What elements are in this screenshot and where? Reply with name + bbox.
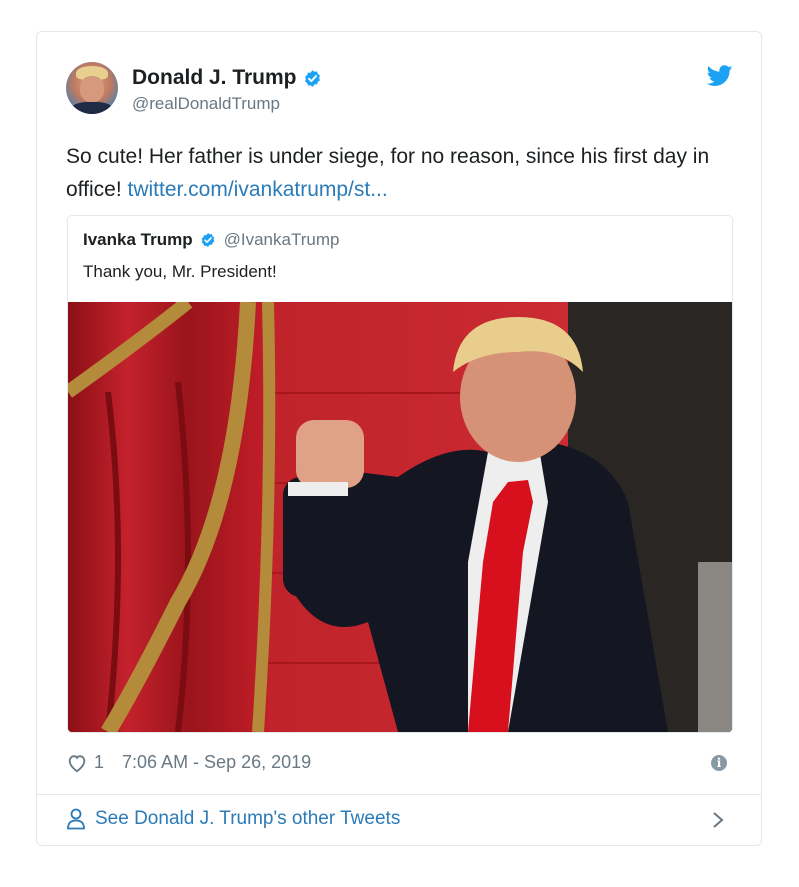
quoted-author-handle[interactable]: @IvankaTrump xyxy=(224,230,340,250)
tweet-footer: 1 7:06 AM - Sep 26, 2019 xyxy=(66,752,311,773)
quoted-text: Thank you, Mr. President! xyxy=(83,262,277,281)
info-icon[interactable]: i xyxy=(711,755,727,771)
tweet-card: Donald J. Trump @realDonaldTrump So cute… xyxy=(36,31,762,846)
like-count: 1 xyxy=(94,752,105,772)
verified-badge-icon xyxy=(201,233,214,247)
tweet-timestamp[interactable]: 7:06 AM - Sep 26, 2019 xyxy=(122,752,311,773)
quoted-photo[interactable] xyxy=(68,302,732,732)
tweet-link[interactable]: twitter.com/ivankatrump/st... xyxy=(127,178,387,201)
heart-icon[interactable] xyxy=(66,753,88,773)
avatar-suit xyxy=(70,102,114,114)
see-other-tweets-link[interactable]: See Donald J. Trump's other Tweets xyxy=(66,808,400,830)
quoted-tweet[interactable]: Ivanka Trump @IvankaTrump Thank you, Mr.… xyxy=(67,215,733,733)
author-avatar[interactable] xyxy=(66,62,118,114)
stone-column xyxy=(698,562,732,732)
see-other-tweets-label: See Donald J. Trump's other Tweets xyxy=(95,808,401,829)
person-icon xyxy=(67,808,85,830)
tweet-text: So cute! Her father is under siege, for … xyxy=(66,140,736,206)
chevron-right-icon[interactable] xyxy=(711,810,725,830)
avatar-face xyxy=(80,76,104,102)
fist xyxy=(296,420,364,488)
quoted-author-name[interactable]: Ivanka Trump xyxy=(83,230,193,250)
twitter-bird-icon[interactable] xyxy=(707,65,733,87)
author-handle[interactable]: @realDonaldTrump xyxy=(132,94,280,114)
verified-badge-icon xyxy=(304,69,320,87)
cuff xyxy=(288,482,348,496)
footer-divider xyxy=(37,794,761,795)
author-name[interactable]: Donald J. Trump xyxy=(132,66,297,90)
author-name-row: Donald J. Trump xyxy=(132,66,322,90)
quoted-header: Ivanka Trump @IvankaTrump xyxy=(83,230,339,250)
